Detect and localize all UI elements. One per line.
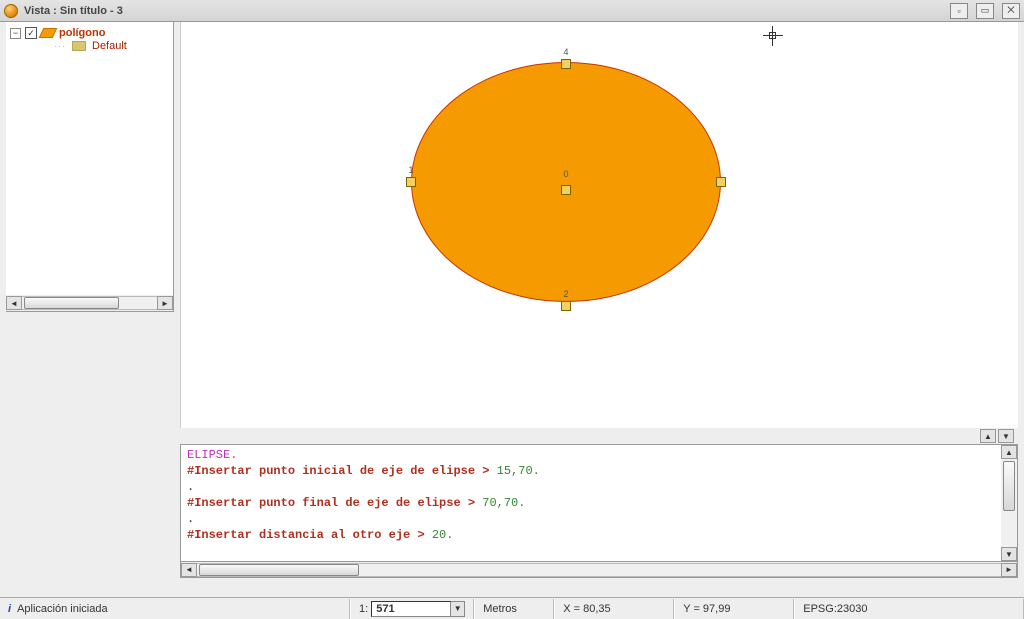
console-down-button[interactable]: ▼ (998, 429, 1014, 443)
console-prompt-1: #Insertar punto final de eje de elipse > (187, 496, 475, 510)
toc-hscrollbar[interactable]: ◄ ► (6, 295, 173, 311)
lower-left-panel (6, 314, 174, 578)
polygon-layer-icon (39, 28, 58, 38)
console-value-0: 15,70. (497, 464, 540, 478)
toc-layer-row[interactable]: − ✓ polígono (8, 26, 171, 40)
coord-y-seg: Y = 97,99 (674, 599, 794, 619)
window-title: Vista : Sin título - 3 (24, 5, 123, 17)
units-seg: Metros (474, 599, 554, 619)
default-label: Default (92, 40, 127, 52)
toc-default-row[interactable]: ··· Default (8, 40, 171, 52)
console-scroll-up[interactable]: ▲ (1001, 445, 1017, 459)
minimize-button[interactable]: ▫ (950, 3, 968, 19)
console-hthumb[interactable] (199, 564, 359, 576)
map-canvas[interactable]: 0 1 2 4 (180, 22, 1018, 428)
handle-label-1: 1 (408, 165, 413, 175)
tree-collapse-icon[interactable]: − (10, 28, 21, 39)
handle-center[interactable] (561, 185, 571, 195)
scale-seg: 1: 571 ▼ (350, 599, 474, 619)
status-message: Aplicación iniciada (17, 603, 108, 615)
status-message-seg: i Aplicación iniciada (0, 599, 350, 619)
crosshair-cursor (763, 26, 783, 46)
console-hscrollbar[interactable]: ◄ ► (180, 562, 1018, 578)
console-up-button[interactable]: ▲ (980, 429, 996, 443)
handle-right[interactable] (716, 177, 726, 187)
console-value-1: 70,70. (482, 496, 525, 510)
layer-name: polígono (59, 27, 105, 39)
console-splitter[interactable]: ▲ ▼ (180, 428, 1018, 444)
console-prompt-2: #Insertar distancia al otro eje > (187, 528, 425, 542)
console-scroll-right[interactable]: ► (1001, 563, 1017, 577)
scale-input[interactable]: 571 (371, 601, 451, 617)
console-vscrollbar[interactable]: ▲ ▼ (1001, 445, 1017, 561)
console-panel: ELIPSE. #Insertar punto inicial de eje d… (180, 444, 1018, 562)
handle-bottom[interactable] (561, 301, 571, 311)
units-label: Metros (483, 603, 517, 615)
toc-panel: − ✓ polígono ··· Default ◄ ► (6, 22, 174, 312)
main-area: − ✓ polígono ··· Default ◄ ► (0, 22, 1024, 580)
maximize-button[interactable]: ▭ (976, 3, 994, 19)
epsg-label: EPSG:23030 (803, 603, 867, 615)
console-scroll-left[interactable]: ◄ (181, 563, 197, 577)
handle-label-4: 4 (563, 47, 568, 57)
console-prompt-0: #Insertar punto inicial de eje de elipse… (187, 464, 489, 478)
coord-x: X = 80,35 (563, 603, 610, 615)
epsg-seg: EPSG:23030 (794, 599, 1024, 619)
right-column: 0 1 2 4 ▲ ▼ ELIPSE. #Insertar punto inic… (180, 22, 1018, 578)
info-icon: i (8, 603, 11, 615)
scale-value: 571 (376, 603, 394, 615)
layer-visibility-checkbox[interactable]: ✓ (25, 27, 37, 39)
handle-left[interactable] (406, 177, 416, 187)
close-button[interactable]: ⨉ (1002, 3, 1020, 19)
scroll-track[interactable] (22, 296, 157, 310)
scroll-right-button[interactable]: ► (157, 296, 173, 310)
handle-top[interactable] (561, 59, 571, 69)
scroll-left-button[interactable]: ◄ (6, 296, 22, 310)
default-symbol-icon (72, 41, 86, 51)
console-output[interactable]: ELIPSE. #Insertar punto inicial de eje d… (181, 445, 1001, 561)
handle-label-2: 2 (563, 289, 568, 299)
titlebar: Vista : Sin título - 3 ▫ ▭ ⨉ (0, 0, 1024, 22)
scale-dropdown-button[interactable]: ▼ (451, 601, 465, 617)
scroll-thumb[interactable] (24, 297, 119, 309)
coord-y: Y = 97,99 (683, 603, 730, 615)
tree-connector: ··· (54, 41, 66, 51)
coord-x-seg: X = 80,35 (554, 599, 674, 619)
ellipse-shape[interactable] (411, 62, 721, 302)
handle-label-0: 0 (563, 169, 568, 179)
console-value-2: 20. (432, 528, 454, 542)
statusbar: i Aplicación iniciada 1: 571 ▼ Metros X … (0, 597, 1024, 619)
console-scroll-down[interactable]: ▼ (1001, 547, 1017, 561)
scale-prefix: 1: (359, 603, 368, 615)
console-vthumb[interactable] (1003, 461, 1015, 511)
left-column: − ✓ polígono ··· Default ◄ ► (6, 22, 174, 578)
console-command: ELIPSE. (187, 448, 237, 462)
app-icon (4, 4, 18, 18)
